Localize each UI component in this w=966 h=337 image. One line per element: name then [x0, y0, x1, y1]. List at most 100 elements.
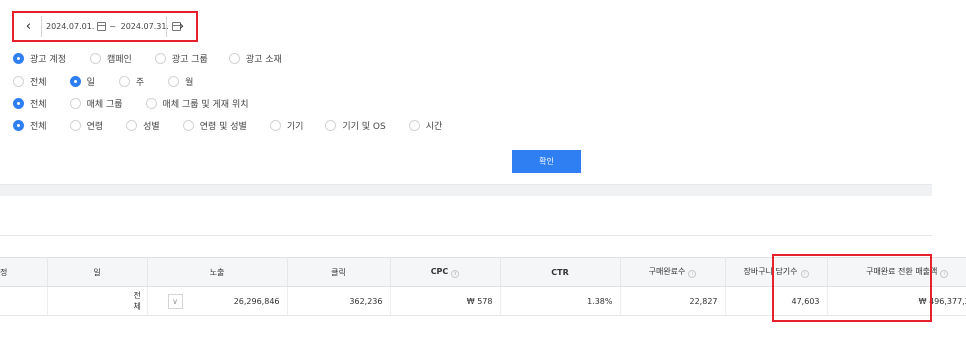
radio-icon	[325, 120, 337, 131]
start-date: 2024.07.01.	[46, 22, 95, 31]
divider	[41, 16, 42, 37]
report-table: 정 일 노출 클릭 CPC i CTR 구매완료수 i 장바구니 담기수 i 구매완료…	[0, 257, 966, 316]
radio-selected-icon	[69, 76, 81, 87]
cell-cpc: ₩ 578	[390, 286, 501, 316]
header-label: 일	[93, 267, 101, 277]
radio-media-all[interactable]: 전체	[13, 97, 47, 110]
header-label: 클릭	[331, 267, 346, 277]
confirm-button[interactable]: 확인	[512, 150, 581, 173]
radio-icon	[13, 76, 24, 87]
radio-label: 광고 계정	[30, 55, 66, 65]
table-row: 전체 ∨ 26,296,846 362,236 ₩ 578 1.38% 22,8…	[0, 286, 966, 316]
radio-icon	[154, 53, 166, 64]
header-label: 정	[0, 267, 8, 277]
radio-label: 매체 그룹	[86, 100, 123, 110]
table-header-row: 정 일 노출 클릭 CPC i CTR 구매완료수 i 장바구니 담기수 i 구매완료…	[0, 257, 966, 287]
radio-breakdown-device-os[interactable]: 기기 및 OS	[325, 119, 386, 132]
radio-label: 연령 및 성별	[199, 122, 247, 132]
chevron-left-icon: ‹	[25, 19, 32, 34]
radio-media-group-placement[interactable]: 매체 그룹 및 게재 위치	[145, 97, 249, 110]
date-separator: ~	[109, 22, 117, 31]
header-label: CTR	[551, 267, 569, 277]
radio-breakdown-gender[interactable]: 성별	[126, 119, 160, 132]
radio-breakdown-time[interactable]: 시간	[408, 119, 443, 132]
radio-selected-icon	[13, 53, 24, 64]
info-icon[interactable]: i	[451, 269, 460, 278]
col-header-revenue[interactable]: 구매완료 전환 매출액 i	[827, 257, 966, 287]
radio-label: 연령	[86, 122, 104, 132]
col-header-setting[interactable]: 정	[0, 257, 48, 287]
radio-label: 캠페인	[106, 55, 132, 65]
radio-icon	[126, 120, 138, 131]
radio-label: 성별	[143, 122, 160, 132]
radio-label: 시간	[425, 122, 443, 132]
radio-breakdown-age-gender[interactable]: 연령 및 성별	[182, 119, 247, 132]
radio-ad-creative[interactable]: 광고 소재	[228, 52, 282, 65]
cell-revenue: ₩ 496,377,290	[827, 286, 966, 316]
radio-label: 기기	[286, 122, 304, 132]
radio-icon	[89, 53, 101, 64]
radio-breakdown-age[interactable]: 연령	[69, 119, 104, 132]
prev-period-button[interactable]: ‹	[21, 19, 36, 34]
radio-period-day[interactable]: 일	[69, 75, 95, 88]
col-header-day[interactable]: 일	[47, 257, 148, 287]
radio-icon	[69, 120, 81, 131]
radio-label: 전체	[30, 78, 47, 88]
end-date: 2024.07.31.	[120, 22, 169, 31]
radio-icon	[145, 98, 157, 109]
col-header-purchases[interactable]: 구매완료수 i	[620, 257, 726, 287]
radio-label: 전체	[30, 122, 47, 132]
radio-breakdown-all[interactable]: 전체	[13, 119, 47, 132]
radio-ad-account[interactable]: 광고 계정	[13, 52, 66, 65]
media-radio-group: 전체 매체 그룹 매체 그룹 및 게재 위치	[13, 97, 249, 110]
radio-icon	[408, 120, 420, 131]
radio-label: 기기 및 OS	[342, 122, 386, 132]
info-icon[interactable]: i	[940, 270, 949, 278]
radio-period-month[interactable]: 월	[168, 75, 193, 88]
chevron-right-icon: ›	[178, 19, 185, 34]
header-label: 노출	[209, 267, 225, 277]
radio-label: 전체	[30, 100, 47, 110]
radio-media-group[interactable]: 매체 그룹	[69, 97, 123, 110]
radio-selected-icon	[13, 120, 24, 131]
cell-purchases: 22,827	[620, 286, 726, 316]
col-header-ctr[interactable]: CTR	[500, 257, 621, 287]
calendar-icon	[97, 22, 107, 31]
info-icon[interactable]: i	[688, 270, 697, 278]
cell-clicks: 362,236	[287, 286, 391, 316]
radio-campaign[interactable]: 캠페인	[89, 52, 132, 65]
radio-period-week[interactable]: 주	[118, 75, 144, 88]
period-radio-group: 전체 일 주 월	[13, 75, 193, 88]
col-header-clicks[interactable]: 클릭	[287, 257, 391, 287]
radio-ad-group[interactable]: 광고 그룹	[154, 52, 208, 65]
radio-icon	[228, 53, 240, 64]
info-icon[interactable]: i	[800, 270, 809, 278]
divider	[166, 16, 167, 37]
col-header-cart-adds[interactable]: 장바구니 담기수 i	[725, 257, 828, 287]
radio-breakdown-device[interactable]: 기기	[269, 119, 304, 132]
radio-period-all[interactable]: 전체	[13, 75, 47, 88]
day-dropdown[interactable]: ∨	[167, 294, 183, 309]
col-header-impressions[interactable]: 노출	[147, 257, 288, 287]
radio-icon	[182, 120, 194, 131]
cell-cart-adds: 47,603	[725, 286, 828, 316]
section-divider	[0, 184, 932, 196]
radio-icon	[118, 76, 130, 87]
next-period-button[interactable]: ›	[174, 19, 189, 34]
breakdown-radio-group: 전체 연령 성별 연령 및 성별 기기 기기 및 OS 시간	[13, 119, 442, 132]
cell-day: 전체 ∨	[47, 286, 183, 316]
level-radio-group: 광고 계정 캠페인 광고 그룹 광고 소재	[13, 52, 282, 65]
header-label: CPC	[430, 266, 449, 276]
radio-label: 광고 그룹	[171, 55, 208, 65]
cell-ctr: 1.38%	[500, 286, 621, 316]
day-value: 전체	[133, 291, 141, 311]
divider	[0, 235, 932, 236]
col-header-cpc[interactable]: CPC i	[390, 257, 501, 287]
chevron-down-icon: ∨	[172, 297, 178, 306]
radio-label: 월	[185, 78, 194, 88]
header-label: 구매완료 전환 매출액	[866, 267, 938, 276]
radio-selected-icon	[13, 98, 24, 109]
date-range-text[interactable]: 2024.07.01. ~ 2024.07.31.	[46, 22, 183, 31]
date-range-picker: ‹ 2024.07.01. ~ 2024.07.31. ›	[12, 11, 198, 42]
header-label: 장바구니 담기수	[743, 267, 798, 276]
